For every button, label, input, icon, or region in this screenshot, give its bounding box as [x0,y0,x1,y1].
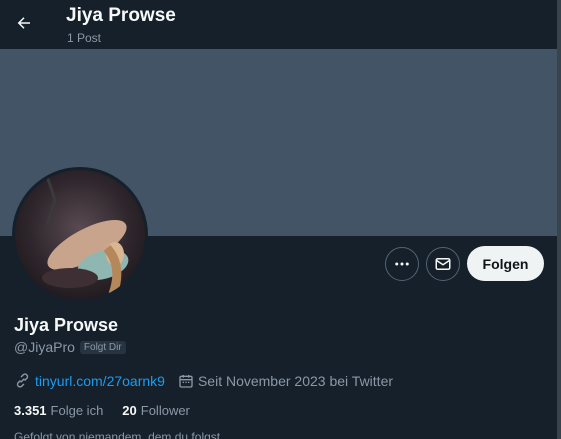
header-title: Jiya Prowse [66,5,176,26]
column-divider [557,0,561,439]
more-button[interactable] [385,247,419,281]
profile-handle: @JiyaPro [14,339,75,355]
handle-row: @JiyaPro Folgt Dir [14,339,126,355]
followers-count: 20 [122,403,137,418]
more-icon [395,262,409,266]
following-count: 3.351 [14,403,47,418]
back-button[interactable] [10,9,38,37]
joined-date: Seit November 2023 bei Twitter [197,372,394,389]
follows-you-badge: Folgt Dir [79,340,126,354]
followers-stat[interactable]: 20 Follower [122,403,190,418]
followers-label: Follower [140,403,190,418]
profile-meta-row: tinyurl.com/27oarnk9 Seit November 2023 … [14,372,393,389]
calendar-icon [179,374,193,388]
follow-stats: 3.351 Folge ich 20 Follower [14,403,209,418]
avatar[interactable] [12,167,148,303]
following-label: Folge ich [50,403,104,418]
mail-icon [435,258,451,270]
top-header: Jiya Prowse 1 Post [0,0,557,49]
message-button[interactable] [426,247,460,281]
profile-link[interactable]: tinyurl.com/27oarnk9 [35,373,165,389]
following-stat[interactable]: 3.351 Folge ich [14,403,103,418]
follow-button[interactable]: Folgen [467,246,544,281]
avatar-image [15,170,145,300]
profile-display-name: Jiya Prowse [14,315,119,335]
back-arrow-icon [17,17,30,29]
header-post-count: 1 Post [67,31,102,45]
followed-by-text: Gefolgt von niemandem, dem du folgst [14,430,221,439]
link-icon [16,373,29,388]
